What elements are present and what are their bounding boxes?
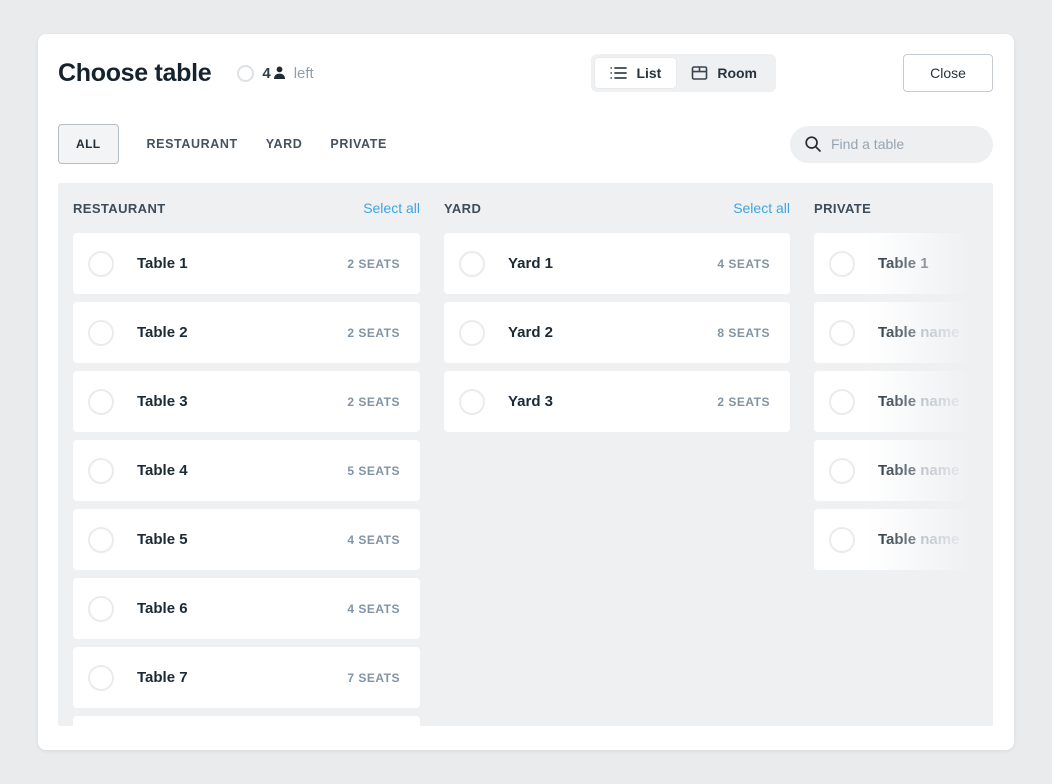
tables-panel: RESTAURANTSelect allTable 12 SEATSTable …: [58, 183, 993, 726]
seats-left-label: left: [294, 65, 314, 82]
table-radio[interactable]: [459, 389, 485, 415]
section-column-private: PRIVATE Table 1 Table name Table name Table …: [814, 183, 993, 726]
table-seats: 4 SEATS: [347, 533, 400, 547]
close-button[interactable]: Close: [903, 54, 993, 92]
table-name: Table 6: [137, 600, 188, 617]
table-name: Yard 1: [508, 255, 553, 272]
table-row[interactable]: Table 7 7 SEATS: [73, 647, 420, 708]
table-row[interactable]: Table 5 4 SEATS: [73, 509, 420, 570]
table-row[interactable]: Table name: [814, 302, 993, 363]
section-column-restaurant: RESTAURANTSelect allTable 12 SEATSTable …: [73, 183, 420, 726]
view-toggle-room-label: Room: [717, 65, 757, 81]
table-seats: 2 SEATS: [347, 395, 400, 409]
table-name: Table 4: [137, 462, 188, 479]
table-row[interactable]: Yard 1 4 SEATS: [444, 233, 790, 294]
table-row[interactable]: Table name: [814, 371, 993, 432]
view-toggle-list[interactable]: List: [595, 58, 676, 88]
table-radio[interactable]: [459, 320, 485, 346]
section-column-yard: YARD Select all Yard 1 4 SEATS Yard 2 8 SEATS…: [444, 183, 790, 726]
table-seats: 7 SEATS: [347, 671, 400, 685]
search-input[interactable]: [831, 136, 983, 152]
view-toggle-room[interactable]: Room: [676, 58, 772, 88]
select-all-link[interactable]: Select all: [733, 200, 790, 216]
table-radio[interactable]: [88, 665, 114, 691]
list-icon: [610, 65, 627, 81]
choose-table-dialog: Choose table 4 left: [38, 34, 1014, 750]
tab-yard[interactable]: YARD: [266, 137, 303, 151]
section-header: RESTAURANT Select all: [73, 183, 420, 233]
table-row[interactable]: Table 1 2 SEATS: [73, 233, 420, 294]
table-radio[interactable]: [459, 251, 485, 277]
table-seats: 2 SEATS: [347, 257, 400, 271]
view-toggle-list-label: List: [636, 65, 661, 81]
dialog-header: Choose table 4 left: [38, 34, 1014, 92]
table-name: Table name: [878, 393, 959, 410]
capacity-circle-icon: [237, 65, 254, 82]
tab-private[interactable]: PRIVATE: [330, 137, 387, 151]
tab-all[interactable]: ALL: [58, 124, 119, 164]
tab-restaurant[interactable]: RESTAURANT: [147, 137, 238, 151]
table-name: Table 1: [878, 255, 929, 272]
table-radio[interactable]: [829, 320, 855, 346]
table-row[interactable]: Table 4 5 SEATS: [73, 440, 420, 501]
table-row[interactable]: Table name: [814, 440, 993, 501]
table-name: Table 3: [137, 393, 188, 410]
seats-left-count: 4: [262, 65, 270, 82]
section-header: PRIVATE: [814, 183, 993, 233]
table-radio[interactable]: [88, 527, 114, 553]
table-name: Table 5: [137, 531, 188, 548]
table-name-muted: name: [916, 393, 959, 410]
table-name: Table name: [878, 462, 959, 479]
table-row-partial[interactable]: [73, 716, 420, 726]
table-radio[interactable]: [88, 320, 114, 346]
table-name: Table 7: [137, 669, 188, 686]
table-radio[interactable]: [88, 251, 114, 277]
section-title: PRIVATE: [814, 201, 871, 216]
table-radio[interactable]: [829, 458, 855, 484]
view-toggle: List Room: [591, 54, 776, 92]
table-row[interactable]: Table 2 2 SEATS: [73, 302, 420, 363]
table-seats: 4 SEATS: [347, 602, 400, 616]
section-title: RESTAURANT: [73, 201, 166, 216]
dialog-title: Choose table: [58, 59, 211, 88]
search-icon: [804, 135, 822, 153]
table-radio[interactable]: [829, 527, 855, 553]
table-row[interactable]: Table 1: [814, 233, 993, 294]
table-search: [790, 126, 993, 163]
table-radio[interactable]: [88, 596, 114, 622]
table-name-muted: name: [916, 462, 959, 479]
table-columns: RESTAURANTSelect allTable 12 SEATSTable …: [58, 183, 993, 726]
section-title: YARD: [444, 201, 481, 216]
seats-left-indicator: 4 left: [237, 65, 313, 82]
table-row[interactable]: Yard 3 2 SEATS: [444, 371, 790, 432]
table-name-muted: name: [916, 324, 959, 341]
table-radio[interactable]: [829, 251, 855, 277]
table-name: Table name: [878, 531, 959, 548]
table-name: Yard 3: [508, 393, 553, 410]
table-radio[interactable]: [88, 458, 114, 484]
table-name-muted: name: [916, 531, 959, 548]
table-radio[interactable]: [829, 389, 855, 415]
table-name: Table 1: [137, 255, 188, 272]
table-name: Table name: [878, 324, 959, 341]
table-row[interactable]: Yard 2 8 SEATS: [444, 302, 790, 363]
section-header: YARD Select all: [444, 183, 790, 233]
table-seats: 8 SEATS: [717, 326, 770, 340]
filter-bar: ALL RESTAURANT YARD PRIVATE: [38, 124, 1014, 164]
table-seats: 5 SEATS: [347, 464, 400, 478]
table-row[interactable]: Table 6 4 SEATS: [73, 578, 420, 639]
table-row[interactable]: Table 3 2 SEATS: [73, 371, 420, 432]
table-seats: 2 SEATS: [347, 326, 400, 340]
page-background: Choose table 4 left: [0, 0, 1052, 784]
table-name: Yard 2: [508, 324, 553, 341]
table-seats: 2 SEATS: [717, 395, 770, 409]
room-icon: [691, 65, 708, 81]
select-all-link[interactable]: Select all: [363, 200, 420, 216]
table-radio[interactable]: [88, 389, 114, 415]
person-icon: [273, 66, 286, 80]
table-row[interactable]: Table name: [814, 509, 993, 570]
table-name: Table 2: [137, 324, 188, 341]
table-seats: 4 SEATS: [717, 257, 770, 271]
